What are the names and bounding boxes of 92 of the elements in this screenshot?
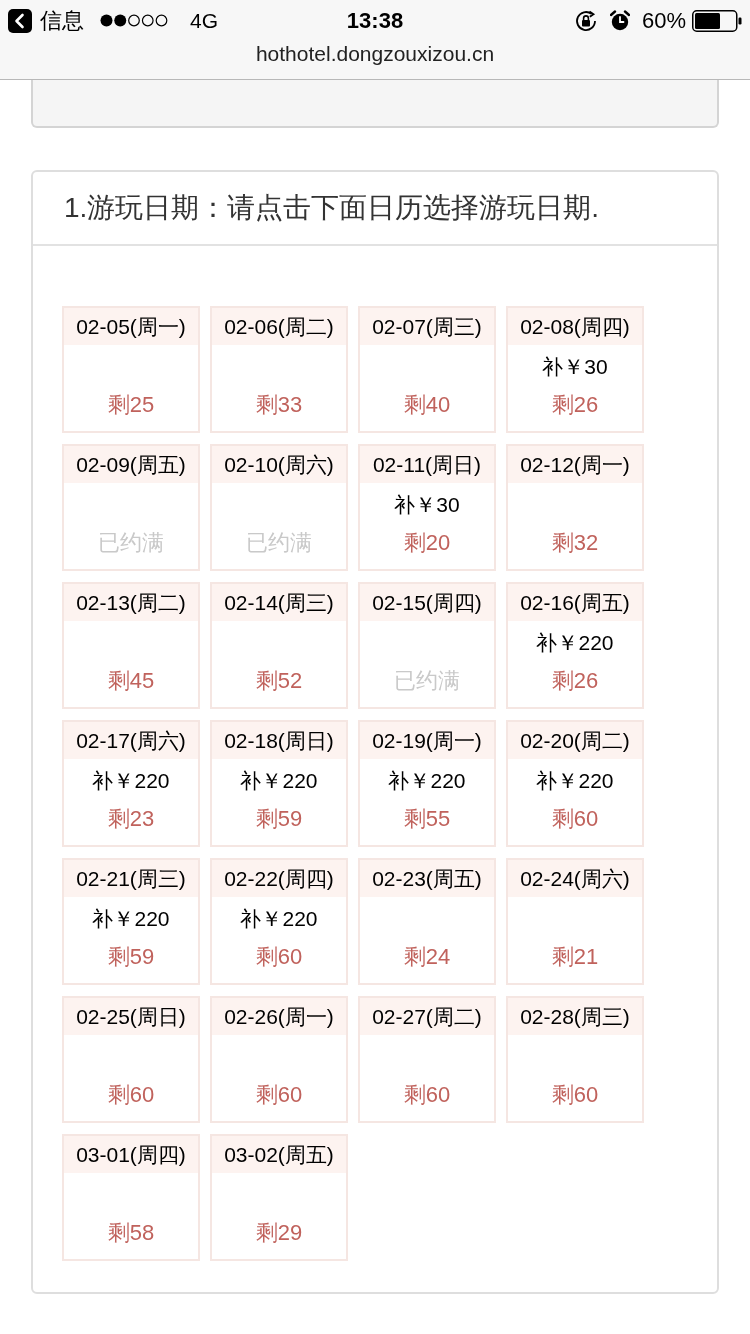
date-label: 02-28(周三) xyxy=(508,998,642,1035)
date-cell[interactable]: 02-12(周一) 剩32 xyxy=(506,444,644,571)
date-cell[interactable]: 02-07(周三) 剩40 xyxy=(358,306,496,433)
remaining-quota-label: 剩60 xyxy=(107,1081,155,1109)
remaining-quota-label: 剩29 xyxy=(255,1219,303,1247)
signal-icon xyxy=(100,14,168,27)
date-cell[interactable]: 02-26(周一) 剩60 xyxy=(210,996,348,1123)
date-cell[interactable]: 02-06(周二) 剩33 xyxy=(210,306,348,433)
date-cell[interactable]: 02-24(周六) 剩21 xyxy=(506,858,644,985)
battery-percent-label: 60% xyxy=(641,7,686,35)
back-icon[interactable] xyxy=(8,8,32,33)
remaining-quota-label: 剩60 xyxy=(551,1081,599,1109)
date-label: 02-23(周五) xyxy=(360,860,494,897)
date-label: 03-01(周四) xyxy=(64,1136,198,1173)
remaining-quota-label: 剩59 xyxy=(255,805,303,833)
surcharge-label: 补￥220 xyxy=(92,768,170,795)
battery-icon xyxy=(692,9,742,32)
date-label: 02-10(周六) xyxy=(212,446,346,483)
date-label: 02-06(周二) xyxy=(212,308,346,345)
network-label: 4G xyxy=(190,7,218,34)
date-cell[interactable]: 02-08(周四) 补￥30 剩26 xyxy=(506,306,644,433)
remaining-quota-label: 剩26 xyxy=(551,667,599,695)
remaining-quota-label: 剩60 xyxy=(551,805,599,833)
remaining-quota-label: 剩32 xyxy=(551,529,599,557)
surcharge-label: 补￥30 xyxy=(394,492,460,519)
remaining-quota-label: 剩20 xyxy=(403,529,451,557)
remaining-quota-label: 剩21 xyxy=(551,943,599,971)
date-label: 02-17(周六) xyxy=(64,722,198,759)
date-label: 02-25(周日) xyxy=(64,998,198,1035)
surcharge-label: 补￥220 xyxy=(240,906,318,933)
date-label: 02-11(周日) xyxy=(360,446,494,483)
date-label: 02-24(周六) xyxy=(508,860,642,897)
date-label: 03-02(周五) xyxy=(212,1136,346,1173)
date-label: 02-26(周一) xyxy=(212,998,346,1035)
surcharge-label: 补￥220 xyxy=(92,906,170,933)
date-label: 02-16(周五) xyxy=(508,584,642,621)
date-label: 02-18(周日) xyxy=(212,722,346,759)
date-cell[interactable]: 03-01(周四) 剩58 xyxy=(62,1134,200,1261)
date-label: 02-09(周五) xyxy=(64,446,198,483)
remaining-quota-label: 剩58 xyxy=(107,1219,155,1247)
date-cell[interactable]: 03-02(周五) 剩29 xyxy=(210,1134,348,1261)
remaining-quota-label: 剩26 xyxy=(551,391,599,419)
date-cell[interactable]: 02-22(周四) 补￥220 剩60 xyxy=(210,858,348,985)
section-title: 1.游玩日期：请点击下面日历选择游玩日期. xyxy=(64,191,600,225)
date-label: 02-05(周一) xyxy=(64,308,198,345)
rotation-lock-icon xyxy=(573,8,598,33)
alarm-clock-icon xyxy=(609,9,630,32)
surcharge-label: 补￥220 xyxy=(240,768,318,795)
date-label: 02-12(周一) xyxy=(508,446,642,483)
date-label: 02-19(周一) xyxy=(360,722,494,759)
date-label: 02-21(周三) xyxy=(64,860,198,897)
date-cell[interactable]: 02-20(周二) 补￥220 剩60 xyxy=(506,720,644,847)
remaining-quota-label: 剩59 xyxy=(107,943,155,971)
remaining-quota-label: 剩40 xyxy=(403,391,451,419)
remaining-quota-label: 剩33 xyxy=(255,391,303,419)
remaining-quota-label: 剩23 xyxy=(107,805,155,833)
date-label: 02-20(周二) xyxy=(508,722,642,759)
remaining-quota-label: 剩24 xyxy=(403,943,451,971)
date-cell[interactable]: 02-16(周五) 补￥220 剩26 xyxy=(506,582,644,709)
date-cell[interactable]: 02-23(周五) 剩24 xyxy=(358,858,496,985)
date-label: 02-27(周二) xyxy=(360,998,494,1035)
date-cell[interactable]: 02-21(周三) 补￥220 剩59 xyxy=(62,858,200,985)
date-label: 02-22(周四) xyxy=(212,860,346,897)
date-cell[interactable]: 02-18(周日) 补￥220 剩59 xyxy=(210,720,348,847)
surcharge-label: 补￥220 xyxy=(536,630,614,657)
date-cell[interactable]: 02-27(周二) 剩60 xyxy=(358,996,496,1123)
date-cell[interactable]: 02-25(周日) 剩60 xyxy=(62,996,200,1123)
remaining-quota-label: 剩25 xyxy=(107,391,155,419)
date-cell[interactable]: 02-17(周六) 补￥220 剩23 xyxy=(62,720,200,847)
surcharge-label: 补￥220 xyxy=(388,768,466,795)
remaining-quota-label: 剩55 xyxy=(403,805,451,833)
url-label[interactable]: hothotel.dongzouxizou.cn xyxy=(255,41,495,67)
time-label: 13:38 xyxy=(346,7,404,35)
date-cell[interactable]: 02-05(周一) 剩25 xyxy=(62,306,200,433)
remaining-quota-label: 剩60 xyxy=(255,943,303,971)
remaining-quota-label: 剩60 xyxy=(255,1081,303,1109)
date-label: 02-15(周四) xyxy=(360,584,494,621)
date-cell[interactable]: 02-13(周二) 剩45 xyxy=(62,582,200,709)
remaining-quota-label: 剩60 xyxy=(403,1081,451,1109)
date-label: 02-07(周三) xyxy=(360,308,494,345)
date-cell[interactable]: 02-19(周一) 补￥220 剩55 xyxy=(358,720,496,847)
date-cell[interactable]: 02-11(周日) 补￥30 剩20 xyxy=(358,444,496,571)
back-app-label[interactable]: 信息 xyxy=(40,4,84,37)
date-label: 02-08(周四) xyxy=(508,308,642,345)
date-label: 02-13(周二) xyxy=(64,584,198,621)
surcharge-label: 补￥30 xyxy=(542,354,608,381)
remaining-quota-label: 剩52 xyxy=(255,667,303,695)
remaining-quota-label: 剩45 xyxy=(107,667,155,695)
date-cell[interactable]: 02-28(周三) 剩60 xyxy=(506,996,644,1123)
date-cell[interactable]: 02-14(周三) 剩52 xyxy=(210,582,348,709)
surcharge-label: 补￥220 xyxy=(536,768,614,795)
date-label: 02-14(周三) xyxy=(212,584,346,621)
